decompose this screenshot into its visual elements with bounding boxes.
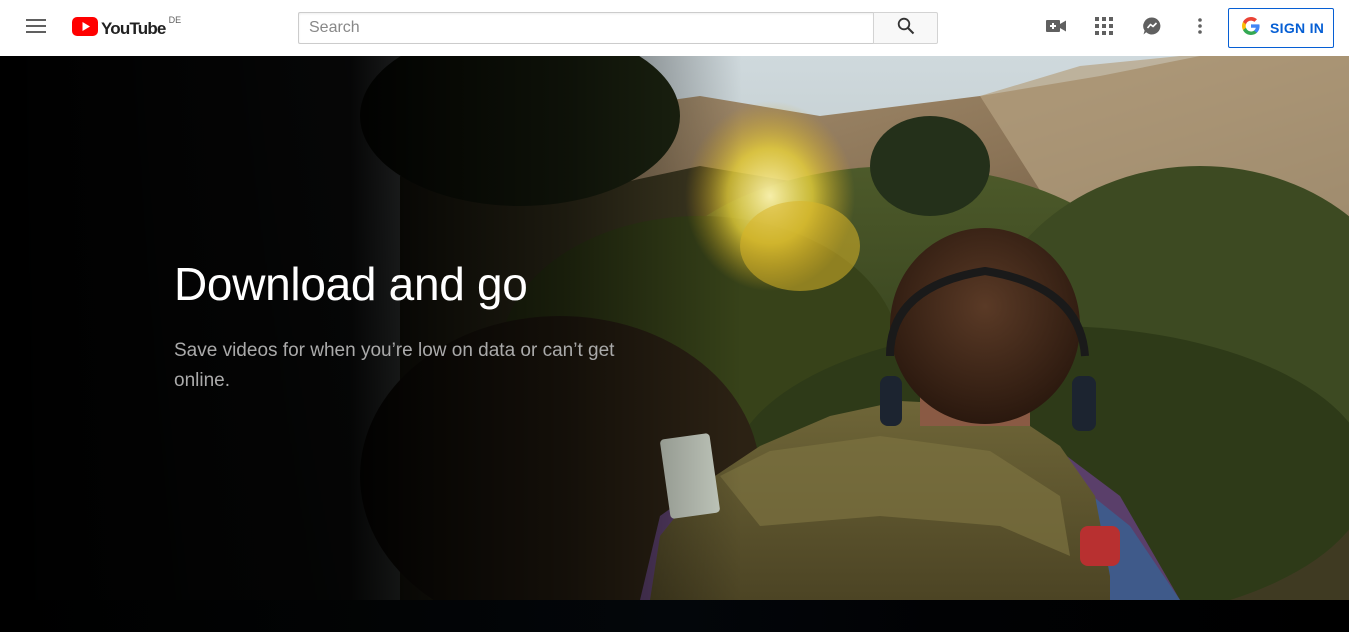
- next-section-preview: [0, 600, 1349, 632]
- settings-more-button[interactable]: [1184, 12, 1216, 44]
- logo-wordmark: YouTube: [101, 19, 166, 38]
- hero-subtitle: Save videos for when you’re low on data …: [174, 340, 615, 391]
- guide-menu-button[interactable]: [20, 12, 52, 44]
- create-video-icon: [1045, 18, 1067, 39]
- search-box: [298, 12, 874, 44]
- logo-country-code: DE: [168, 15, 182, 25]
- hero-background-image: [0, 56, 1349, 600]
- sign-in-label: SIGN IN: [1270, 20, 1325, 36]
- search-input[interactable]: [299, 13, 874, 43]
- apps-grid-icon: [1095, 16, 1113, 40]
- search-button[interactable]: [873, 12, 938, 44]
- youtube-apps-button[interactable]: [1088, 12, 1120, 44]
- more-vert-icon: [1198, 17, 1202, 39]
- youtube-play-icon: [72, 17, 98, 41]
- search-icon: [897, 17, 915, 40]
- messages-button[interactable]: [1136, 12, 1168, 44]
- masthead: YouTube DE Search SIGN IN: [0, 0, 1349, 56]
- messages-icon: [1142, 16, 1162, 41]
- hero-title: Download and go: [174, 258, 528, 310]
- youtube-logo[interactable]: YouTube DE: [72, 15, 182, 41]
- google-g-icon: [1242, 16, 1260, 40]
- create-video-button[interactable]: [1040, 12, 1072, 44]
- menu-icon: [26, 18, 46, 39]
- sign-in-button[interactable]: SIGN IN: [1228, 8, 1334, 48]
- hero-banner: Download and go Save videos for when you…: [0, 56, 1349, 600]
